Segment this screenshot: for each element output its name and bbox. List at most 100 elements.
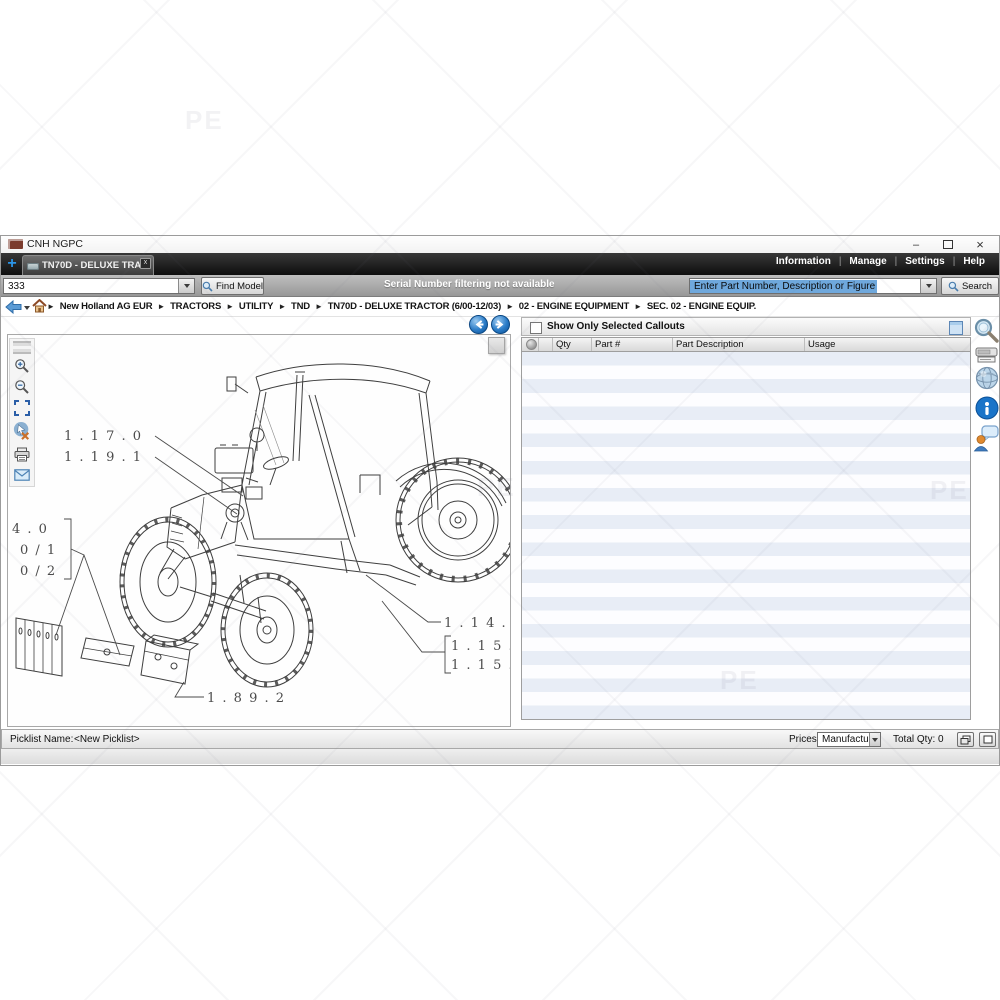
tab-label: TN70D - DELUXE TRA... bbox=[42, 260, 149, 271]
menu-item-settings[interactable]: Settings bbox=[905, 256, 944, 267]
main-area: 1 . 1 7 . 0 1 . 1 9 . 1 4 . 0 0 / 1 0 / … bbox=[1, 317, 999, 729]
total-qty: Total Qty: 0 bbox=[893, 734, 944, 745]
column-blank bbox=[539, 338, 553, 351]
support-chat-button[interactable] bbox=[973, 424, 1000, 453]
part-search-value: Enter Part Number, Description or Figure bbox=[690, 280, 877, 293]
figure-panel: 1 . 1 7 . 0 1 . 1 9 . 1 4 . 0 0 / 1 0 / … bbox=[7, 334, 511, 727]
fax-print-button[interactable] bbox=[975, 347, 998, 363]
model-combo[interactable]: 333 bbox=[3, 278, 195, 294]
breadcrumb: ► New Holland AG EUR ► TRACTORS ► UTILIT… bbox=[47, 301, 756, 312]
prices-label: Prices: bbox=[789, 734, 820, 745]
menu-item-manage[interactable]: Manage bbox=[849, 256, 886, 267]
callout-1-15b[interactable]: 1 . 1 5 . bbox=[451, 658, 510, 673]
home-icon[interactable] bbox=[32, 299, 47, 313]
parts-panel-header: Show Only Selected Callouts bbox=[521, 317, 971, 336]
window-title: CNH NGPC bbox=[27, 238, 83, 250]
callout-1-14[interactable]: 1 . 1 4 . bbox=[444, 616, 507, 631]
prices-combo-dropdown[interactable] bbox=[869, 733, 880, 746]
column-qty[interactable]: Qty bbox=[553, 338, 592, 351]
tab-active[interactable]: TN70D - DELUXE TRA... x bbox=[22, 255, 154, 276]
grid-view-icon[interactable] bbox=[949, 321, 963, 335]
menu-separator: | bbox=[839, 256, 842, 267]
prev-figure-button[interactable] bbox=[469, 315, 488, 334]
top-menu: Information | Manage | Settings | Help bbox=[776, 256, 985, 267]
minimize-button[interactable]: – bbox=[901, 236, 931, 253]
title-bar: CNH NGPC – × bbox=[1, 236, 999, 253]
main-toolbar: 333 Find Model Serial Number filtering n… bbox=[1, 275, 999, 297]
chevron-down-icon bbox=[184, 284, 190, 288]
callout-1-19-1[interactable]: 1 . 1 9 . 1 bbox=[64, 450, 143, 465]
breadcrumb-separator: ► bbox=[47, 302, 55, 311]
globe-icon-button[interactable] bbox=[974, 365, 1000, 391]
breadcrumb-item-model[interactable]: TN70D - DELUXE TRACTOR (6/00-12/03) bbox=[328, 301, 501, 312]
breadcrumb-item-tnd[interactable]: TND bbox=[291, 301, 310, 312]
callout-0-1[interactable]: 0 / 1 bbox=[20, 543, 57, 558]
new-tab-button[interactable]: + bbox=[4, 254, 20, 273]
select-all-cell[interactable] bbox=[522, 338, 539, 351]
serial-filter-notice: Serial Number filtering not available bbox=[384, 279, 555, 290]
breadcrumb-separator: ► bbox=[506, 302, 514, 311]
cascade-view-button[interactable] bbox=[957, 732, 974, 747]
breadcrumb-bar: ► New Holland AG EUR ► TRACTORS ► UTILIT… bbox=[1, 297, 999, 317]
breadcrumb-item-brand[interactable]: New Holland AG EUR bbox=[60, 301, 153, 312]
chevron-down-icon bbox=[872, 738, 878, 742]
next-figure-button[interactable] bbox=[491, 315, 510, 334]
breadcrumb-item-utility[interactable]: UTILITY bbox=[239, 301, 274, 312]
callout-1-15a[interactable]: 1 . 1 5 . bbox=[451, 639, 510, 654]
callout-1-17-0[interactable]: 1 . 1 7 . 0 bbox=[64, 429, 143, 444]
search-button-label: Search bbox=[962, 281, 992, 292]
menu-separator: | bbox=[895, 256, 898, 267]
column-part-description[interactable]: Part Description bbox=[673, 338, 805, 351]
search-button[interactable]: Search bbox=[941, 277, 999, 295]
tab-close-icon[interactable]: x bbox=[140, 258, 151, 269]
column-part-number[interactable]: Part # bbox=[592, 338, 673, 351]
breadcrumb-separator: ► bbox=[157, 302, 165, 311]
back-history-caret[interactable] bbox=[24, 306, 30, 310]
menu-item-information[interactable]: Information bbox=[776, 256, 831, 267]
select-all-icon bbox=[526, 339, 537, 350]
find-model-label: Find Model bbox=[216, 281, 263, 292]
cascade-windows-icon bbox=[960, 735, 971, 745]
breadcrumb-separator: ► bbox=[315, 302, 323, 311]
prices-combo[interactable]: Manufacturer bbox=[817, 732, 881, 747]
callout-4-0[interactable]: 4 . 0 bbox=[12, 522, 48, 537]
screen: CNH NGPC – × + TN70D - DELUXE TRA... x I… bbox=[0, 0, 1000, 1000]
parts-table-header: Qty Part # Part Description Usage bbox=[521, 337, 971, 352]
parts-panel: Show Only Selected Callouts Qty Part # P… bbox=[521, 317, 971, 720]
breadcrumb-item-section[interactable]: 02 - ENGINE EQUIPMENT bbox=[519, 301, 629, 312]
breadcrumb-separator: ► bbox=[226, 302, 234, 311]
menu-item-help[interactable]: Help bbox=[963, 256, 985, 267]
watermark-text: РЕ bbox=[185, 105, 224, 136]
arrow-left-icon bbox=[470, 316, 487, 333]
callout-0-2[interactable]: 0 / 2 bbox=[20, 564, 57, 579]
close-button[interactable]: × bbox=[965, 236, 995, 253]
picklist-name-value[interactable]: <New Picklist> bbox=[74, 734, 140, 745]
breadcrumb-item-subsection[interactable]: SEC. 02 - ENGINE EQUIP. bbox=[647, 301, 756, 312]
breadcrumb-item-tractors[interactable]: TRACTORS bbox=[170, 301, 221, 312]
chevron-down-icon bbox=[926, 284, 932, 288]
prices-combo-value: Manufacturer bbox=[818, 734, 869, 745]
find-model-button[interactable]: Find Model bbox=[201, 277, 264, 295]
single-view-button[interactable] bbox=[979, 732, 996, 747]
back-arrow-icon[interactable] bbox=[5, 300, 22, 314]
show-only-selected-checkbox[interactable] bbox=[530, 322, 542, 334]
maximize-button[interactable] bbox=[933, 236, 963, 253]
column-usage[interactable]: Usage bbox=[805, 338, 970, 351]
breadcrumb-separator: ► bbox=[634, 302, 642, 311]
model-combo-dropdown[interactable] bbox=[178, 279, 194, 293]
callout-1-89-2[interactable]: 1 . 8 9 . 2 bbox=[207, 691, 286, 706]
tab-bar: + TN70D - DELUXE TRA... x Information | … bbox=[1, 253, 999, 275]
part-search-combo[interactable]: Enter Part Number, Description or Figure bbox=[689, 278, 937, 294]
show-only-selected-label: Show Only Selected Callouts bbox=[547, 321, 685, 332]
model-combo-value: 333 bbox=[4, 281, 25, 292]
figure-search-button[interactable] bbox=[973, 317, 1000, 344]
window-bottom-strip bbox=[1, 749, 999, 764]
app-logo bbox=[8, 239, 23, 249]
info-button[interactable] bbox=[974, 395, 1000, 421]
picklist-bar: Picklist Name: <New Picklist> Prices: Ma… bbox=[1, 729, 999, 749]
maximize-icon bbox=[943, 240, 953, 249]
parts-table-body bbox=[521, 352, 971, 720]
part-search-dropdown[interactable] bbox=[920, 279, 936, 293]
single-window-icon bbox=[983, 735, 993, 744]
arrow-right-icon bbox=[492, 316, 509, 333]
